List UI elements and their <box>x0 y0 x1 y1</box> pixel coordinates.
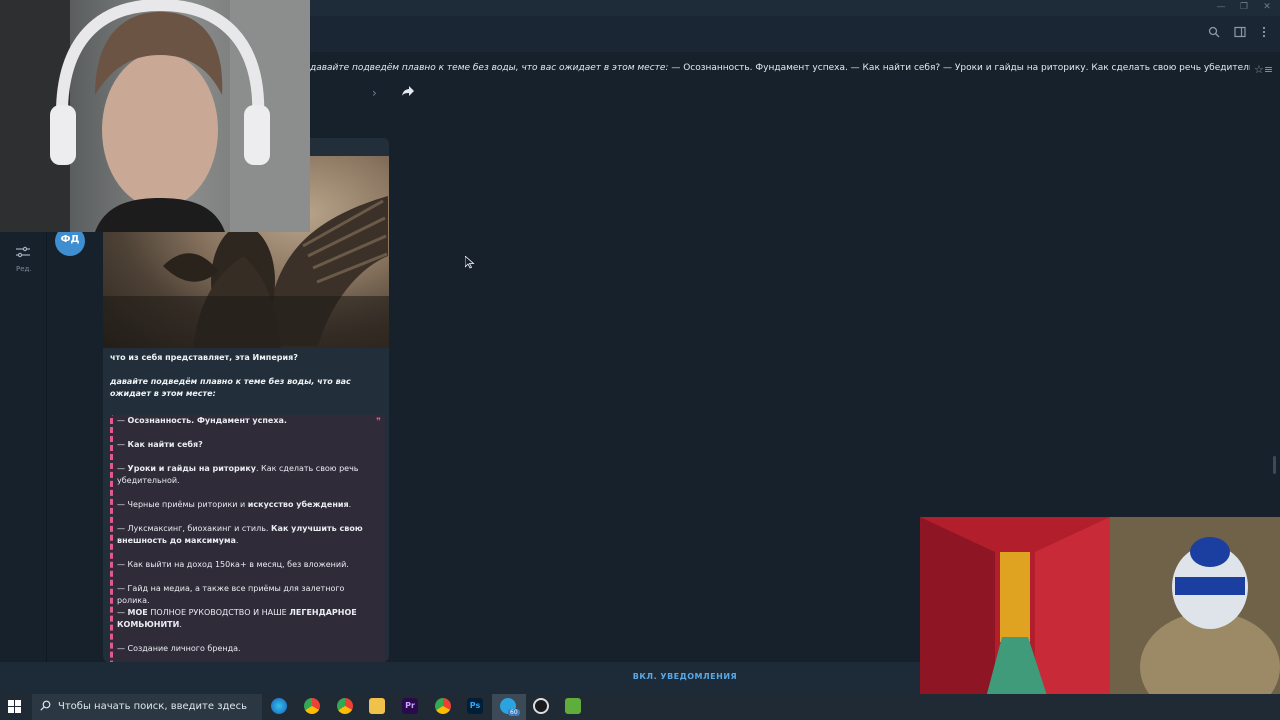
chevron-right-icon[interactable]: › <box>372 86 377 100</box>
edit-label[interactable]: Ред. <box>16 265 32 273</box>
obs-icon[interactable] <box>533 698 549 714</box>
post-line-2: давайте подведём плавно к теме без воды,… <box>110 377 351 398</box>
chrome-icon[interactable] <box>435 698 451 714</box>
close-button[interactable]: ✕ <box>1257 2 1277 12</box>
folder-icon[interactable] <box>369 698 385 714</box>
edit-folders-icon[interactable] <box>15 246 31 262</box>
quote-line: — Гайд на медиа, а также все приёмы для … <box>117 584 345 605</box>
quote-line: — Уроки и гайды на риторику. Как сделать… <box>117 464 359 485</box>
minimize-button[interactable]: — <box>1211 2 1231 12</box>
quote-line: — Как найти себя? <box>117 440 203 449</box>
pinned-prefix: давайте подведём плавно к теме без воды,… <box>310 63 669 73</box>
quote-icon: ❞ <box>376 417 381 427</box>
chrome-icon[interactable] <box>304 698 320 714</box>
telegram-badge: 60 <box>508 709 520 716</box>
enable-notifications-button[interactable]: ВКЛ. УВЕДОМЛЕНИЯ <box>600 672 770 681</box>
pinned-rest: — Осознанность. Фундамент успеха. — Как … <box>671 63 1250 73</box>
chrome-icon[interactable] <box>337 698 353 714</box>
folder-sidebar <box>0 232 47 662</box>
edge-icon[interactable] <box>271 698 287 714</box>
quote-line: — Осознанность. Фундамент успеха. <box>117 416 287 425</box>
search-icon[interactable] <box>1206 26 1222 42</box>
quote-line: — Луксмаксинг, биохакинг и стиль. Как ул… <box>117 524 363 545</box>
sidebar-toggle-icon[interactable] <box>1232 26 1248 42</box>
post-quote-block: ❞ — Осознанность. Фундамент успеха. — Ка… <box>110 415 385 662</box>
search-icon <box>40 700 51 714</box>
gameplay-overlay <box>920 517 1280 720</box>
pin-list-icon[interactable]: ☆≡ <box>1254 63 1273 76</box>
quote-line: — Как выйти на доход 150ка+ в месяц, без… <box>117 560 349 569</box>
search-placeholder: Чтобы начать поиск, введите здесь <box>58 701 247 712</box>
quote-line: — Черные приёмы риторики и искусство убе… <box>117 500 352 509</box>
windows-start-icon[interactable] <box>8 700 21 717</box>
pinned-message[interactable]: давайте подведём плавно к теме без воды,… <box>310 63 1250 83</box>
restore-button[interactable]: ❐ <box>1234 2 1254 12</box>
scrollbar[interactable] <box>1273 456 1276 474</box>
post-line-1: что из себя представляет, эта Империя? <box>110 353 298 362</box>
quote-line: — Создание личного бренда. <box>117 644 241 653</box>
mouse-cursor <box>464 255 475 272</box>
minecraft-icon[interactable] <box>565 698 581 714</box>
more-icon[interactable] <box>1256 26 1272 42</box>
webcam-overlay <box>0 0 310 232</box>
photoshop-icon[interactable]: Ps <box>467 698 483 714</box>
premiere-icon[interactable]: Pr <box>402 698 418 714</box>
quote-line: — МОЕ ПОЛНОЕ РУКОВОДСТВО И НАШЕ ЛЕГЕНДАР… <box>117 608 357 629</box>
forward-icon[interactable] <box>399 85 417 101</box>
